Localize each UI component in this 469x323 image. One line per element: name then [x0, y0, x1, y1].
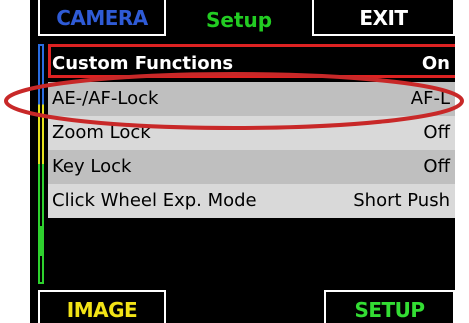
- tab-camera[interactable]: CAMERA: [38, 0, 166, 36]
- menu-item-key-lock[interactable]: Key Lock Off: [48, 150, 455, 184]
- menu-item-label: Key Lock: [52, 156, 132, 177]
- exit-button[interactable]: EXIT: [312, 0, 455, 36]
- menu-item-click-wheel-exp-mode[interactable]: Click Wheel Exp. Mode Short Push: [48, 184, 455, 218]
- menu-title-setup: Setup: [206, 8, 273, 32]
- menu-item-value: Short Push: [353, 190, 450, 211]
- menu-item-label: Click Wheel Exp. Mode: [52, 190, 257, 211]
- camera-menu-screen: CAMERA Setup EXIT Custom Functions On AE…: [30, 0, 455, 323]
- highlight-ellipse: [4, 72, 464, 130]
- tab-setup[interactable]: SETUP: [324, 290, 455, 323]
- scroll-thumb[interactable]: [38, 226, 44, 256]
- tab-image[interactable]: IMAGE: [38, 290, 166, 323]
- menu-item-value: Off: [423, 156, 450, 177]
